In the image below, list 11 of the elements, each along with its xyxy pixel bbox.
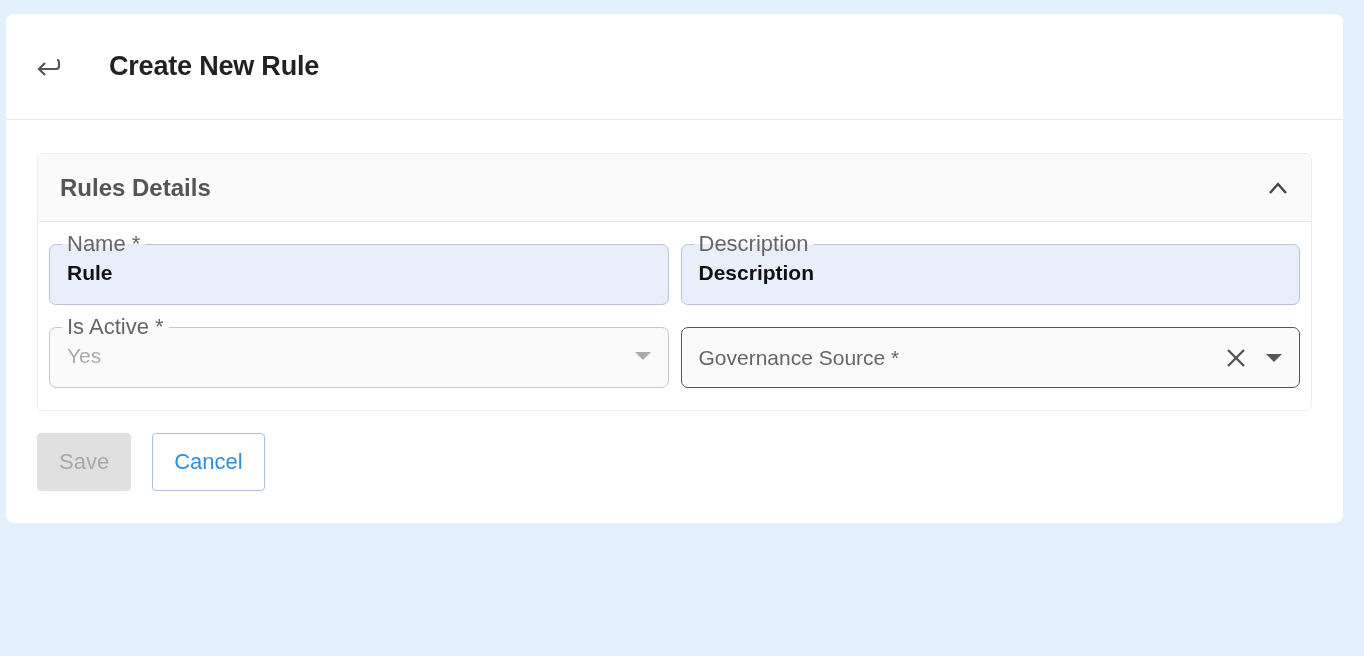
section-header[interactable]: Rules Details	[38, 154, 1311, 222]
clear-icon[interactable]	[1226, 347, 1246, 368]
cancel-button[interactable]: Cancel	[152, 433, 265, 491]
dropdown-caret-icon[interactable]	[1266, 353, 1282, 362]
collapse-chevron-icon[interactable]	[1268, 181, 1288, 194]
section-title: Rules Details	[60, 173, 211, 202]
text-field[interactable]: Name * Rule	[49, 233, 669, 305]
back-icon[interactable]	[37, 57, 61, 76]
page-title: Create New Rule	[109, 51, 320, 82]
dropdown-field[interactable]: Governance Source *	[680, 327, 1300, 388]
text-field[interactable]: Description Description	[680, 233, 1300, 305]
